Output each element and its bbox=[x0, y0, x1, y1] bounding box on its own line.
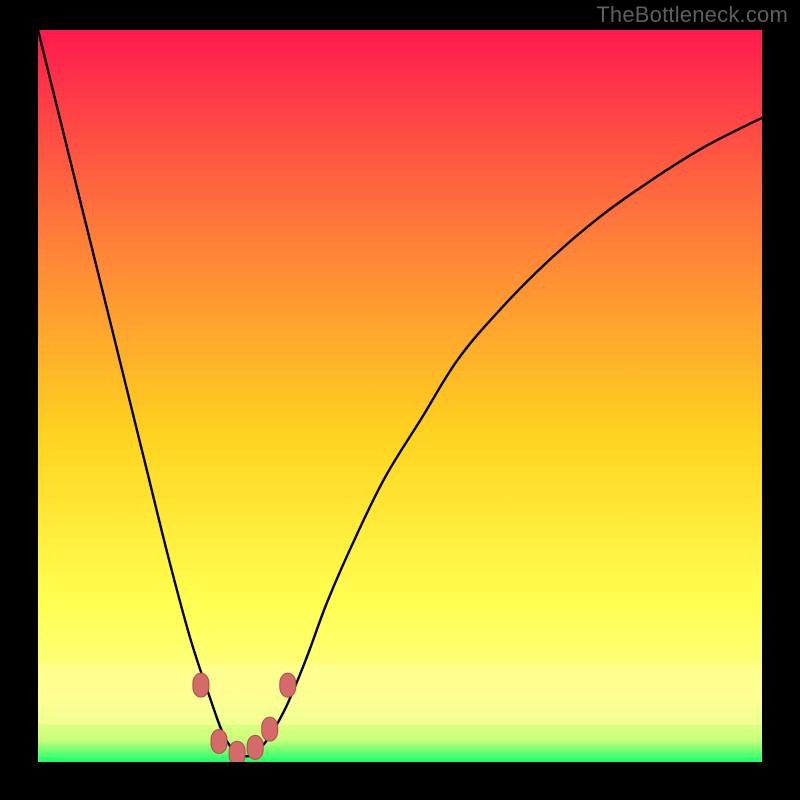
curve-marker bbox=[247, 735, 263, 759]
app-frame: TheBottleneck.com bbox=[0, 0, 800, 800]
gradient-background bbox=[38, 30, 762, 762]
curve-marker bbox=[229, 741, 245, 762]
curve-marker bbox=[211, 730, 227, 754]
curve-marker bbox=[280, 673, 296, 697]
plot-area bbox=[38, 30, 762, 762]
pale-band bbox=[38, 665, 762, 725]
chart-svg bbox=[38, 30, 762, 762]
watermark-text: TheBottleneck.com bbox=[596, 2, 788, 28]
curve-marker bbox=[262, 717, 278, 741]
curve-marker bbox=[193, 673, 209, 697]
